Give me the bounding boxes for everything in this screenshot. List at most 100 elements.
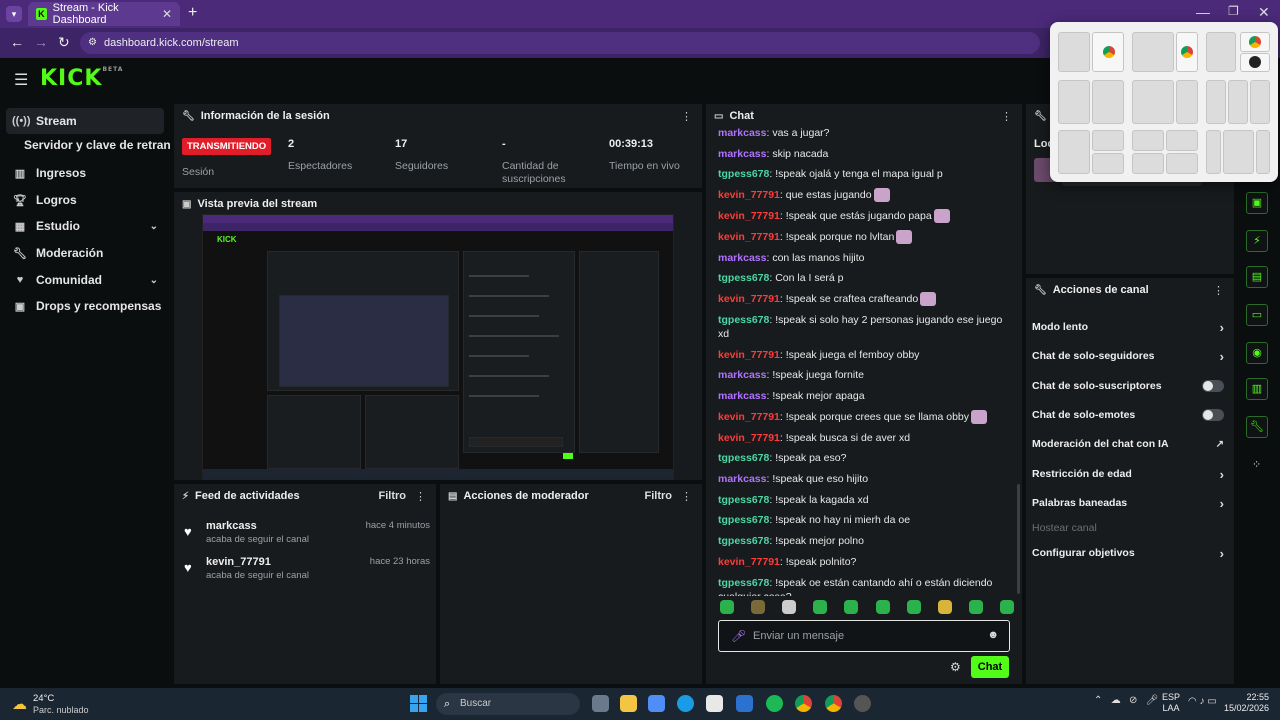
snap-zone[interactable] [1132, 153, 1164, 174]
chat-username[interactable]: markcass [718, 390, 766, 402]
start-button[interactable] [410, 695, 427, 712]
emote-icon[interactable] [906, 600, 921, 614]
browser-tab[interactable]: K Stream - Kick Dashboard ✕ [28, 2, 180, 26]
chat-username[interactable]: markcass [718, 252, 766, 264]
maximize-icon[interactable]: ❐ [1228, 4, 1239, 18]
more-options-icon[interactable]: ⋮ [681, 490, 692, 503]
chat-username[interactable]: tgpess678 [718, 514, 769, 526]
chat-username[interactable]: kevin_77791 [718, 189, 780, 201]
new-tab-icon[interactable]: + [188, 4, 197, 22]
sidebar-item-comunidad[interactable]: ♥ Comunidad ⌄ [6, 267, 164, 293]
activity-user[interactable]: kevin_77791 [206, 556, 271, 568]
activity-user[interactable]: markcass [206, 520, 257, 532]
snap-zone[interactable] [1256, 130, 1270, 174]
sidebar-item-moderacion[interactable]: 🔧︎ Moderación [6, 240, 164, 266]
sidebar-item-estudio[interactable]: ▦ Estudio ⌄ [6, 213, 164, 239]
emote-icon[interactable] [813, 600, 828, 614]
chat-username[interactable]: kevin_77791 [718, 293, 780, 305]
chat-scrollbar[interactable] [1017, 484, 1020, 594]
channel-action-item[interactable]: Chat de solo-suscriptores [1032, 375, 1228, 397]
chat-username[interactable]: markcass [718, 473, 766, 485]
emote-icon[interactable] [844, 600, 859, 614]
emoji-icon[interactable]: ☻ [987, 629, 999, 641]
snap-zone[interactable] [1058, 32, 1090, 72]
emote-icon[interactable] [720, 600, 734, 614]
mail-icon[interactable] [736, 695, 753, 712]
back-icon[interactable]: ← [10, 34, 24, 50]
language-indicator[interactable]: ESP LAA [1162, 692, 1180, 714]
chat-username[interactable]: kevin_77791 [718, 231, 780, 243]
snap-zone[interactable] [1132, 80, 1174, 124]
emote-icon[interactable] [751, 600, 766, 614]
toggle-switch[interactable] [1202, 380, 1224, 392]
minimize-icon[interactable]: — [1196, 4, 1210, 20]
channel-action-item[interactable]: Chat de solo-seguidores › [1032, 345, 1228, 367]
menu-icon[interactable]: ☰ [14, 70, 28, 90]
sidebar-item-ingresos[interactable]: ▥ Ingresos [6, 160, 164, 186]
chat-username[interactable]: tgpess678 [718, 494, 769, 506]
chat-send-button[interactable]: Chat [971, 656, 1009, 678]
snap-zone[interactable] [1092, 153, 1124, 174]
channel-action-item[interactable]: Moderación del chat con IA ↗ [1032, 433, 1228, 455]
more-options-icon[interactable]: ⋮ [681, 110, 692, 123]
snap-zone[interactable] [1166, 130, 1198, 151]
clock[interactable]: 22:55 15/02/2026 [1224, 692, 1269, 714]
chat-input[interactable]: 🎤︎ Enviar un mensaje ☻ [718, 620, 1010, 652]
emote-icon[interactable] [937, 600, 952, 614]
chat-username[interactable]: tgpess678 [718, 168, 769, 180]
edge-icon[interactable] [677, 695, 694, 712]
tab-list-button[interactable]: ▾ [6, 6, 22, 22]
copilot-icon[interactable] [648, 695, 665, 712]
snap-zone[interactable] [1132, 32, 1174, 72]
snap-zone[interactable] [1092, 32, 1124, 72]
sidebar-item-stream[interactable]: ((•)) Stream [6, 108, 164, 134]
chat-username[interactable]: kevin_77791 [718, 411, 780, 423]
window-close-icon[interactable]: ✕ [1258, 4, 1270, 21]
rail-camera-icon[interactable]: ▣ [1246, 192, 1268, 214]
snap-zone[interactable] [1176, 32, 1198, 72]
channel-action-item[interactable]: Configurar objetivos › [1032, 542, 1228, 564]
filter-button[interactable]: Filtro [379, 490, 407, 502]
app-icon[interactable] [854, 695, 871, 712]
emote-icon[interactable] [782, 600, 797, 614]
filter-button[interactable]: Filtro [645, 490, 673, 502]
reload-icon[interactable]: ↻ [58, 34, 70, 51]
sidebar-item-logros[interactable]: 🏆︎ Logros [6, 187, 164, 213]
sidebar-item-drops[interactable]: ▣ Drops y recompensas [6, 293, 164, 319]
weather-icon[interactable]: ☁ [12, 695, 27, 713]
site-info-icon[interactable]: ⚙ [88, 32, 97, 54]
channel-action-item[interactable]: Palabras baneadas › [1032, 492, 1228, 514]
snap-zone[interactable] [1206, 80, 1226, 124]
tab-close-icon[interactable]: ✕ [162, 7, 172, 21]
snap-zone[interactable] [1240, 32, 1270, 52]
snap-zone[interactable] [1250, 80, 1270, 124]
snap-zone[interactable] [1092, 130, 1124, 151]
chat-username[interactable]: kevin_77791 [718, 556, 780, 568]
weather-desc[interactable]: Parc. nublado [33, 705, 89, 715]
snap-zone[interactable] [1092, 80, 1124, 124]
chat-username[interactable]: tgpess678 [718, 314, 769, 326]
snap-zone[interactable] [1240, 53, 1270, 72]
chat-username[interactable]: tgpess678 [718, 272, 769, 284]
channel-action-item[interactable]: Modo lento › [1032, 316, 1228, 338]
system-tray[interactable]: ⌃ ☁ ⊘ 🎤︎ [1094, 695, 1158, 706]
task-view-icon[interactable] [592, 695, 609, 712]
snap-zone[interactable] [1223, 130, 1254, 174]
rail-wrench-icon[interactable]: 🔧︎ [1246, 416, 1268, 438]
sidebar-item-server[interactable]: Servidor y clave de retransmisión [18, 132, 170, 158]
chat-username[interactable]: tgpess678 [718, 452, 769, 464]
chrome-active-icon[interactable] [825, 695, 842, 712]
rail-panel-icon[interactable]: ▥ [1246, 378, 1268, 400]
emote-icon[interactable] [968, 600, 983, 614]
rail-document-icon[interactable]: ▤ [1246, 266, 1268, 288]
forward-icon[interactable]: → [34, 34, 48, 50]
mic-icon[interactable]: 🎤︎ [731, 629, 746, 643]
snap-zone[interactable] [1058, 80, 1090, 124]
chat-username[interactable]: markcass [718, 369, 766, 381]
snap-zone[interactable] [1228, 80, 1248, 124]
more-options-icon[interactable]: ⋮ [415, 490, 426, 503]
chat-username[interactable]: tgpess678 [718, 535, 769, 547]
stream-preview-video[interactable]: KICK [202, 214, 674, 480]
more-options-icon[interactable]: ⋮ [1001, 110, 1012, 123]
store-icon[interactable] [706, 695, 723, 712]
